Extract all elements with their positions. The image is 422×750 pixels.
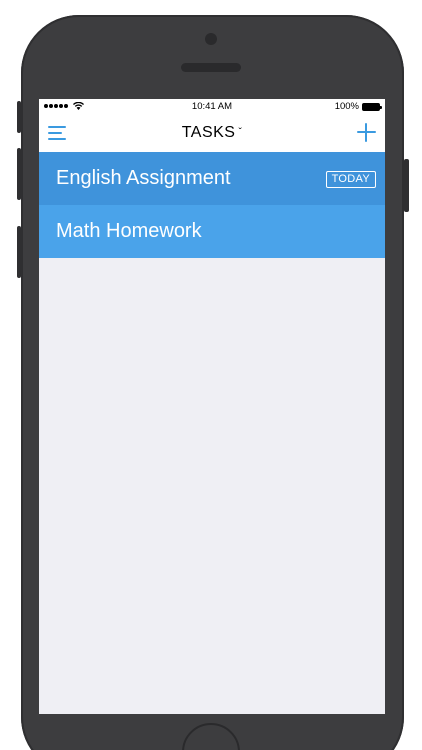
volume-up-button (17, 148, 21, 200)
due-badge: TODAY (325, 171, 376, 188)
battery-icon (362, 102, 382, 111)
task-title: Math Homework (56, 220, 202, 242)
status-time: 10:41 AM (191, 101, 233, 112)
home-button[interactable] (182, 723, 240, 750)
status-bar: 10:41 AM 100% (39, 99, 385, 115)
volume-down-button (17, 226, 21, 278)
task-list: English Assignment TODAY Math Homework (39, 152, 385, 258)
mute-switch (17, 101, 21, 133)
earpiece-speaker (181, 63, 241, 72)
front-camera (205, 33, 217, 45)
power-button (404, 159, 409, 212)
task-row[interactable]: Math Homework (39, 205, 385, 258)
task-row[interactable]: English Assignment TODAY (39, 152, 385, 205)
battery-percent: 100% (334, 101, 359, 112)
task-title: English Assignment (56, 167, 231, 189)
page-title-label: TASKS (181, 124, 236, 141)
page-title[interactable]: TASKS ˇ (39, 124, 385, 142)
battery-status: 100% (334, 101, 382, 112)
chevron-down-icon: ˇ (238, 127, 243, 138)
plus-icon[interactable] (357, 123, 376, 142)
phone-screen: 10:41 AM 100% TASKS ˇ English Assignment … (39, 99, 385, 714)
stage: 10:41 AM 100% TASKS ˇ English Assignment … (0, 0, 422, 750)
navigation-bar: TASKS ˇ (39, 115, 385, 152)
